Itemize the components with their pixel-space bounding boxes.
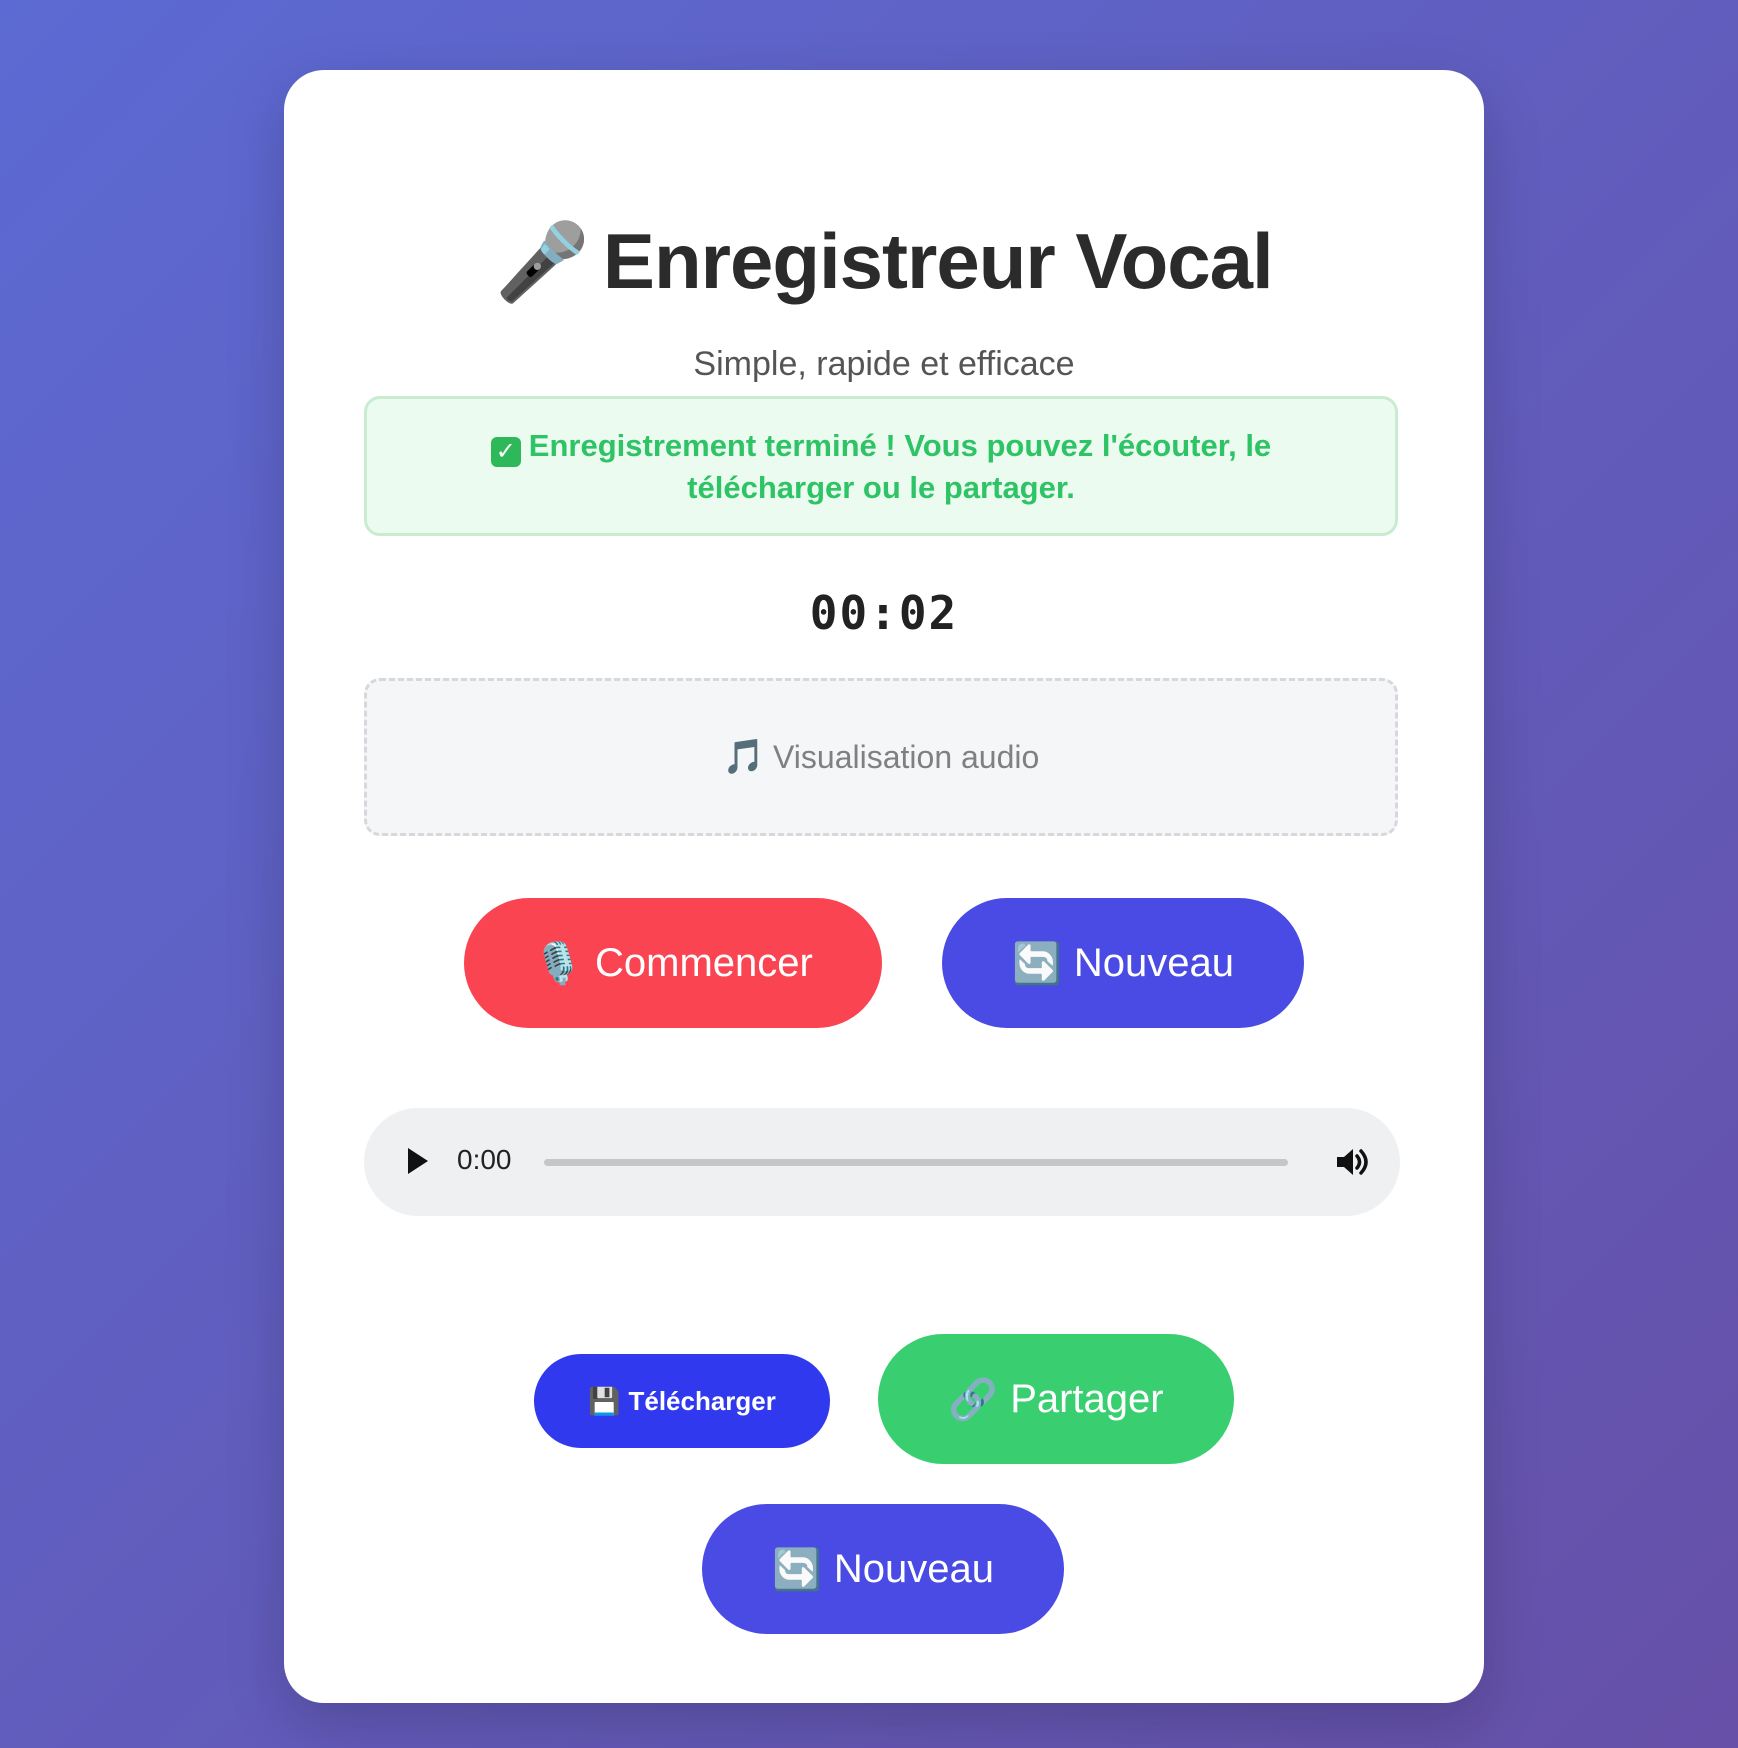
- microphone-icon: 🎤: [495, 220, 590, 305]
- new-recording-button[interactable]: 🔄 Nouveau: [702, 1504, 1064, 1634]
- new-recording-button-label: Nouveau: [833, 1546, 994, 1591]
- volume-icon[interactable]: [1334, 1144, 1370, 1180]
- new-button-label: Nouveau: [1073, 940, 1234, 985]
- share-button-label: Partager: [1010, 1376, 1164, 1421]
- download-button[interactable]: 💾 Télécharger: [534, 1354, 830, 1448]
- link-icon: 🔗: [948, 1377, 999, 1422]
- download-button-label: Télécharger: [628, 1385, 776, 1416]
- start-button-label: Commencer: [594, 940, 813, 985]
- title-text: Enregistreur Vocal: [602, 217, 1274, 305]
- refresh-icon: 🔄: [1012, 941, 1062, 986]
- status-message: ✓ Enregistrement terminé ! Vous pouvez l'…: [364, 396, 1398, 536]
- share-button[interactable]: 🔗 Partager: [878, 1334, 1234, 1464]
- floppy-disk-icon: 💾: [588, 1385, 621, 1416]
- recording-timer: 00:02: [809, 586, 959, 640]
- studio-microphone-icon: 🎙️: [533, 941, 583, 986]
- page-title: 🎤 Enregistreur Vocal: [284, 222, 1484, 301]
- progress-track[interactable]: [544, 1159, 1288, 1166]
- new-button[interactable]: 🔄 Nouveau: [942, 898, 1304, 1028]
- check-icon: ✓: [490, 436, 521, 467]
- audio-player: 0:00: [364, 1108, 1400, 1216]
- visualization-label: Visualisation audio: [773, 738, 1040, 775]
- start-button[interactable]: 🎙️ Commencer: [464, 898, 882, 1028]
- music-note-icon: 🎵: [722, 738, 766, 776]
- play-icon[interactable]: [408, 1148, 428, 1174]
- current-time: 0:00: [457, 1144, 512, 1175]
- status-text-wrap: ✓ Enregistrement terminé ! Vous pouvez l'…: [467, 425, 1295, 508]
- audio-visualization: 🎵 Visualisation audio: [364, 678, 1398, 836]
- refresh-icon: 🔄: [772, 1547, 822, 1592]
- recorder-card: 🎤 Enregistreur Vocal Simple, rapide et ef…: [284, 70, 1484, 1703]
- status-text: Enregistrement terminé ! Vous pouvez l'é…: [528, 427, 1272, 505]
- subtitle: Simple, rapide et efficace: [693, 345, 1075, 383]
